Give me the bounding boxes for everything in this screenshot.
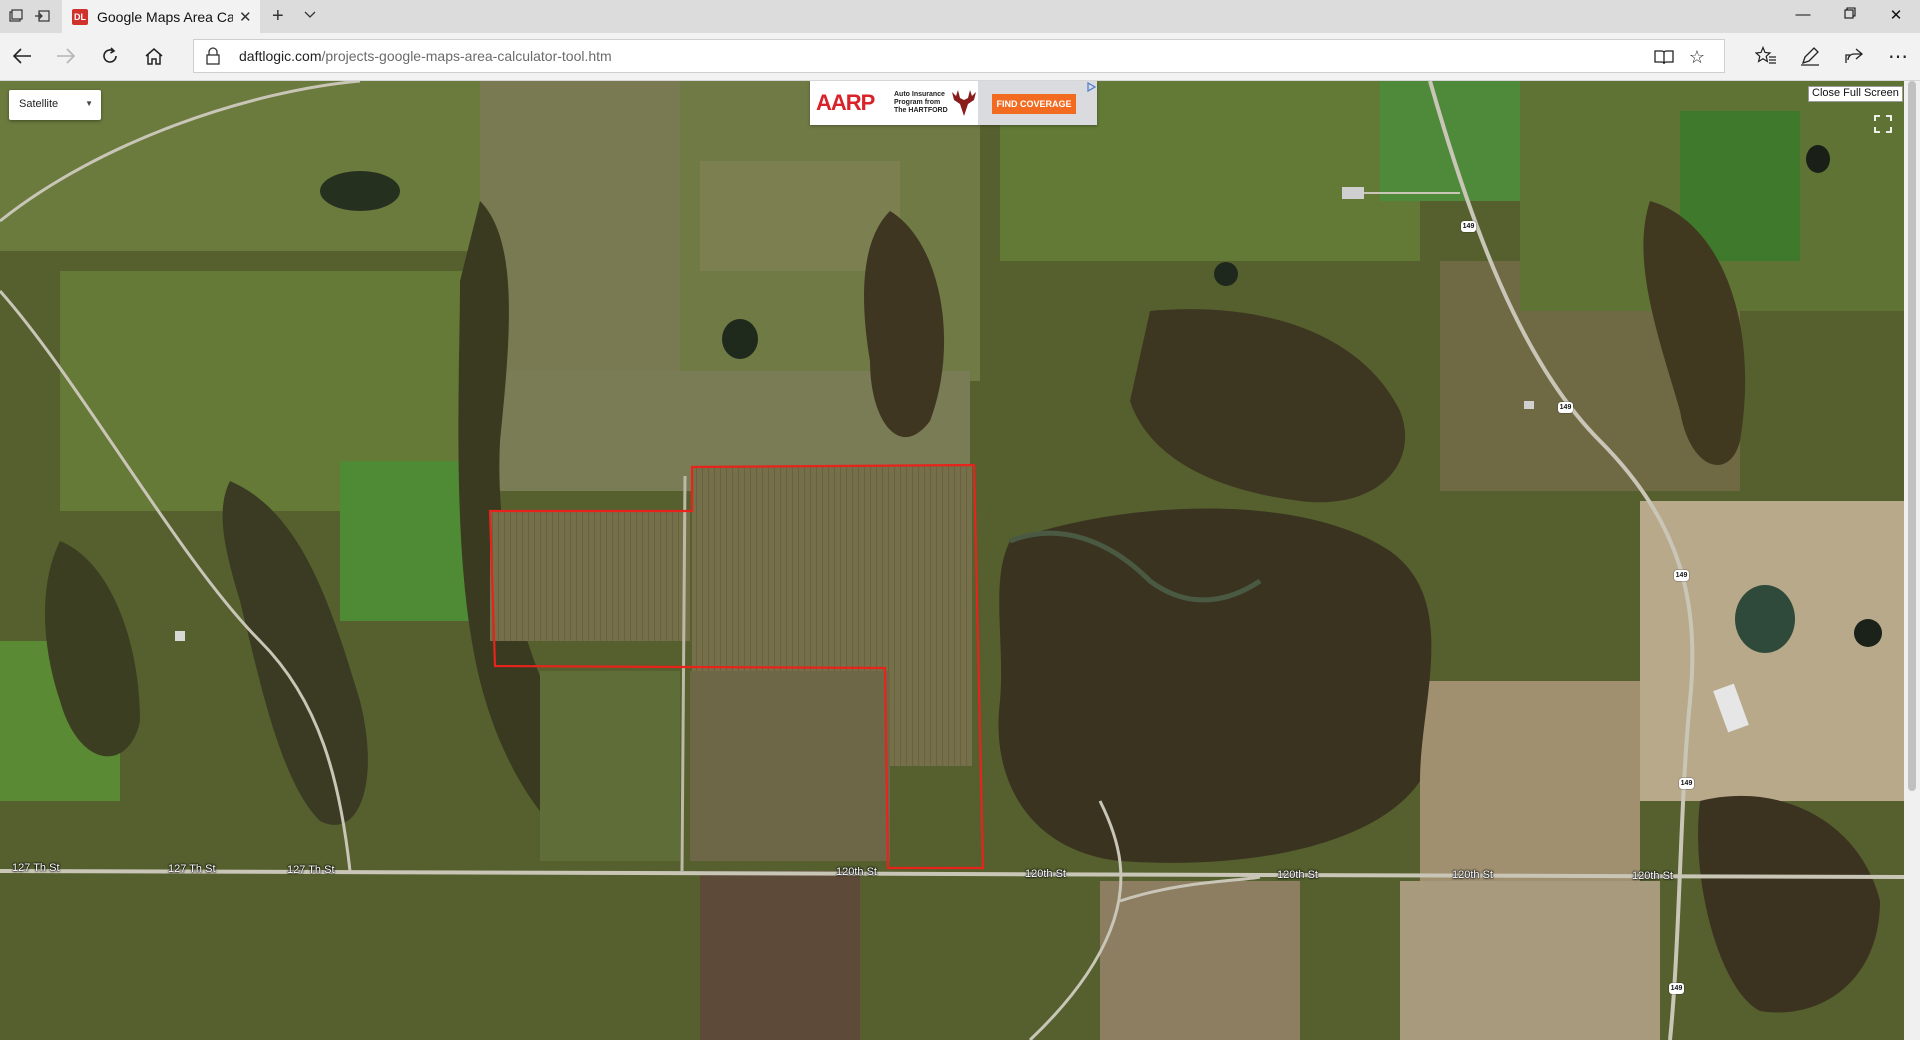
navigation-bar: daftlogic.com/projects-google-maps-area-…: [0, 33, 1920, 81]
find-coverage-button[interactable]: FIND COVERAGE: [992, 94, 1076, 114]
hartford-stag-icon: [948, 86, 980, 120]
minimize-icon[interactable]: —: [1793, 6, 1813, 23]
highway-149-shield: 149: [1674, 570, 1689, 581]
dropdown-caret-icon: ▼: [85, 99, 93, 108]
more-menu-icon[interactable]: ⋯: [1885, 43, 1911, 69]
road-label-120th-st: 120th St: [1277, 869, 1318, 881]
dl-favicon-icon: DL: [72, 8, 88, 25]
tab-bar: DL Google Maps Area Calc ✕ + — ✕: [0, 0, 1920, 33]
new-tab-icon[interactable]: +: [272, 5, 284, 28]
lock-icon: [206, 47, 222, 65]
close-full-screen-button[interactable]: Close Full Screen: [1808, 86, 1903, 102]
road-label-120th-st: 120th St: [1452, 869, 1493, 881]
map-viewport[interactable]: Satellite ▼ AARP Auto Insurance Program …: [0, 81, 1904, 1040]
ad-program-text: Auto Insurance Program from The HARTFORD: [894, 91, 948, 114]
tab-actions-icon[interactable]: [6, 6, 26, 26]
tab-google-maps-area-calc[interactable]: DL Google Maps Area Calc ✕: [62, 0, 260, 33]
url-domain: daftlogic.com: [239, 48, 322, 64]
page-scrollbar-thumb[interactable]: [1908, 81, 1916, 791]
back-arrow-icon[interactable]: [9, 43, 35, 69]
highway-149-shield: 149: [1679, 778, 1694, 789]
favorites-hub-icon[interactable]: [1753, 43, 1779, 69]
road-label-127th-st: 127 Th St: [12, 862, 60, 874]
close-window-icon[interactable]: ✕: [1886, 6, 1906, 24]
tab-title: Google Maps Area Calc: [97, 8, 233, 25]
reading-view-icon[interactable]: [1653, 46, 1675, 68]
highway-149-shield: 149: [1461, 221, 1476, 232]
road-label-120th-st: 120th St: [1632, 870, 1673, 882]
map-type-select[interactable]: Satellite ▼: [9, 90, 101, 120]
forward-arrow-icon[interactable]: [53, 43, 79, 69]
adchoices-icon[interactable]: [1086, 81, 1097, 93]
url-text: daftlogic.com/projects-google-maps-area-…: [239, 48, 612, 64]
highway-149-shield: 149: [1558, 402, 1573, 413]
highway-149-shield: 149: [1669, 983, 1684, 994]
restore-icon[interactable]: [1840, 6, 1860, 23]
url-path: /projects-google-maps-area-calculator-to…: [321, 48, 612, 64]
map-type-value: Satellite: [19, 98, 59, 110]
refresh-icon[interactable]: [97, 43, 123, 69]
chevron-down-icon[interactable]: [304, 7, 316, 22]
road-label-120th-st: 120th St: [1025, 868, 1066, 880]
favorite-star-icon[interactable]: ☆: [1686, 46, 1708, 68]
home-icon[interactable]: [141, 43, 167, 69]
address-bar[interactable]: daftlogic.com/projects-google-maps-area-…: [193, 39, 1725, 73]
road-label-120th-st: 120th St: [836, 866, 877, 878]
fullscreen-toggle-icon[interactable]: [1872, 113, 1894, 135]
close-tab-icon[interactable]: ✕: [239, 8, 252, 26]
aarp-logo: AARP: [816, 90, 875, 115]
road-label-127th-st: 127 Th St: [168, 863, 216, 875]
satellite-imagery: [0, 81, 1904, 1040]
pen-notes-icon[interactable]: [1797, 43, 1823, 69]
aarp-ad-banner[interactable]: AARP Auto Insurance Program from The HAR…: [810, 81, 1097, 125]
set-tabs-aside-icon[interactable]: [32, 6, 52, 26]
share-icon[interactable]: [1841, 43, 1867, 69]
road-label-127th-st: 127 Th St: [287, 864, 335, 876]
